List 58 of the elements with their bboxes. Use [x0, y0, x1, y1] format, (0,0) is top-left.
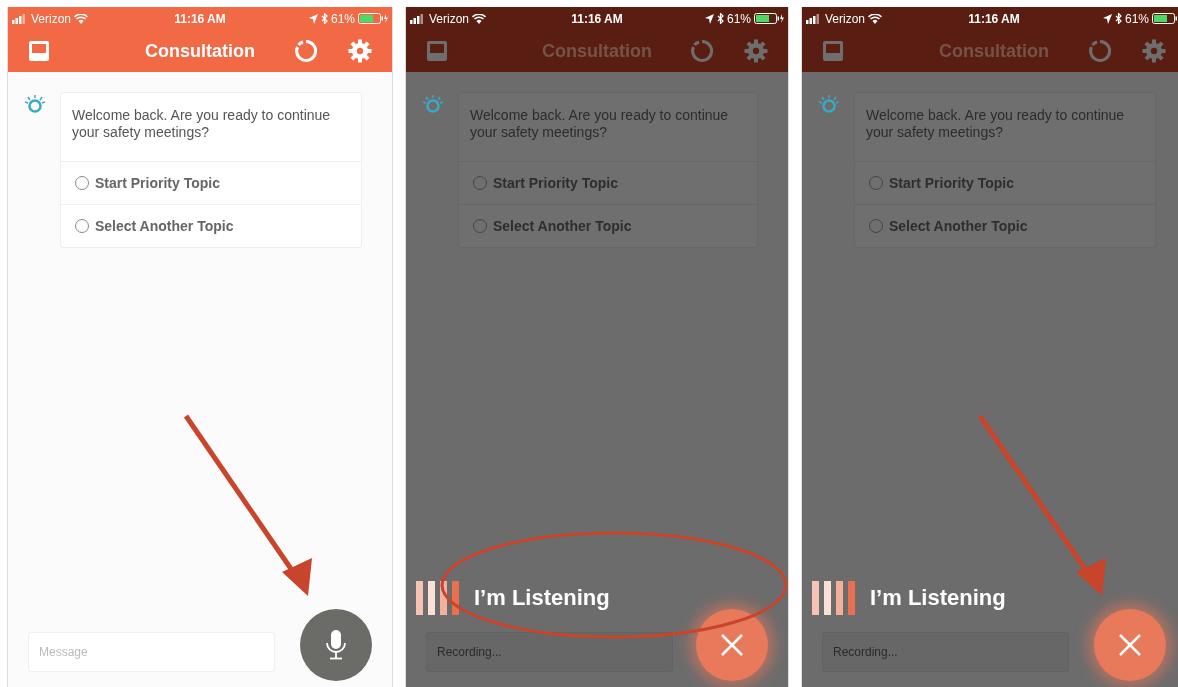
- location-arrow-icon: [1102, 13, 1112, 24]
- settings-icon[interactable]: [744, 39, 768, 63]
- battery-percent: 61%: [330, 11, 355, 26]
- inbox-icon[interactable]: [28, 40, 50, 62]
- signal-icon: [410, 13, 426, 24]
- carrier-name: Verizon: [429, 11, 470, 26]
- option-button[interactable]: Select Another Topic: [459, 204, 757, 247]
- screen-title: Consultation: [542, 40, 652, 62]
- battery-icon: [754, 13, 784, 24]
- inbox-icon[interactable]: [822, 40, 844, 62]
- option-button[interactable]: Start Priority Topic: [459, 162, 757, 204]
- bluetooth-icon: [320, 13, 328, 24]
- message-field[interactable]: Recording...: [426, 632, 673, 672]
- progress-ring-icon[interactable]: [690, 39, 714, 63]
- listening-label: I’m Listening: [870, 585, 1006, 611]
- location-arrow-icon: [704, 13, 714, 24]
- close-button[interactable]: [696, 609, 768, 681]
- battery-icon: [1152, 13, 1178, 24]
- option-button[interactable]: Select Another Topic: [61, 204, 361, 247]
- option-button[interactable]: Start Priority Topic: [61, 162, 361, 204]
- screen-title: Consultation: [145, 40, 255, 62]
- signal-icon: [806, 13, 822, 24]
- status-time: 11:16 AM: [968, 11, 1020, 26]
- microphone-icon: [325, 629, 347, 661]
- signal-icon: [12, 13, 28, 24]
- close-icon: [720, 633, 744, 657]
- bot-message: Welcome back. Are you ready to continue your safety meetings?: [855, 93, 1155, 162]
- option-button[interactable]: Select Another Topic: [855, 204, 1155, 247]
- screen-title: Consultation: [939, 40, 1049, 62]
- inbox-icon[interactable]: [426, 40, 448, 62]
- bot-avatar-icon: [818, 94, 840, 114]
- carrier-name: Verizon: [31, 11, 72, 26]
- battery-icon: [358, 13, 388, 24]
- close-icon: [1118, 633, 1142, 657]
- option-button[interactable]: Start Priority Topic: [855, 162, 1155, 204]
- status-time: 11:16 AM: [174, 11, 226, 26]
- bot-avatar-icon: [422, 94, 444, 114]
- wifi-icon: [74, 13, 89, 24]
- wifi-icon: [472, 13, 487, 24]
- listening-label: I’m Listening: [474, 585, 610, 611]
- message-field[interactable]: Recording...: [822, 632, 1069, 672]
- wifi-icon: [868, 13, 883, 24]
- sound-bars-icon: [416, 581, 460, 615]
- location-arrow-icon: [308, 13, 318, 24]
- bluetooth-icon: [1114, 13, 1122, 24]
- settings-icon[interactable]: [1142, 39, 1166, 63]
- bot-message: Welcome back. Are you ready to continue your safety meetings?: [61, 93, 361, 162]
- status-time: 11:16 AM: [571, 11, 623, 26]
- bluetooth-icon: [716, 13, 724, 24]
- progress-ring-icon[interactable]: [1088, 39, 1112, 63]
- bot-avatar-icon: [24, 94, 46, 114]
- bot-message: Welcome back. Are you ready to continue your safety meetings?: [459, 93, 757, 162]
- battery-percent: 61%: [726, 11, 751, 26]
- close-button[interactable]: [1094, 609, 1166, 681]
- sound-bars-icon: [812, 581, 856, 615]
- carrier-name: Verizon: [825, 11, 866, 26]
- battery-percent: 61%: [1124, 11, 1149, 26]
- settings-icon[interactable]: [348, 39, 372, 63]
